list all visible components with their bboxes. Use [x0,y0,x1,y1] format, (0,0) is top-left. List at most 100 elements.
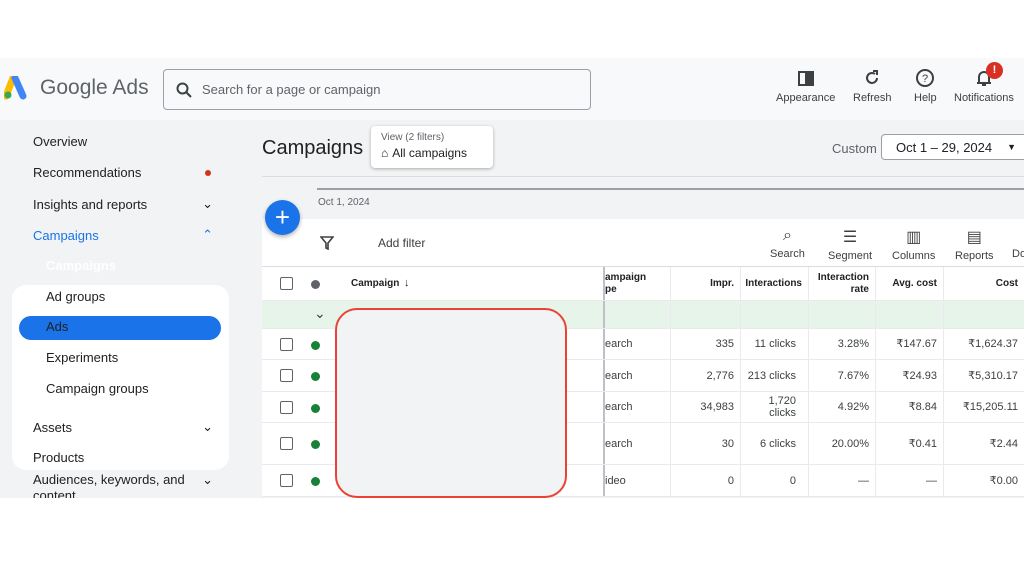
sidebar-item-audiences[interactable]: Audiences, keywords, and content ⌄ [33,472,213,498]
appearance-icon [797,71,814,86]
sidebar-item-insights[interactable]: Insights and reports ⌄ [33,196,213,212]
table-header: Campaign ↓ ampaign pe Impr. Interactions Inte… [262,267,1024,301]
status-dot[interactable] [311,477,320,486]
label: Campaigns [46,258,117,273]
label: Overview [33,134,88,149]
label: Ad groups [46,289,106,304]
search-icon [176,82,192,98]
collapse-chevron-icon[interactable]: ⌄ [314,305,326,322]
row-checkbox[interactable] [280,277,293,290]
type-cell: earch [603,329,670,359]
search-icon: ⌕ [782,227,792,244]
view-selector[interactable]: View (2 filters) ⌂ All campaigns [371,126,493,168]
sidebar-item-campaigns[interactable]: Campaigns ⌃ [33,227,213,243]
label: Search [770,248,805,260]
reports-icon: ▤ [966,229,982,246]
notifications-button[interactable]: Notifications ! [954,62,1014,104]
appearance-button[interactable]: Appearance [776,68,835,104]
interactions-cell: 11 clicks [740,329,802,359]
row-checkbox[interactable] [280,474,293,487]
sidebar-subitem-ads[interactable]: Ads [46,319,226,334]
tool-reports[interactable]: ▤ Reports [955,227,994,262]
sidebar-subitem-experiments[interactable]: Experiments [46,350,226,365]
tool-columns[interactable]: ▥ Columns [892,227,935,262]
sort-arrow-icon[interactable]: ↓ [404,277,410,289]
top-bar: Google Ads Search for a page or campaign… [0,58,1024,120]
status-dot[interactable] [311,340,320,350]
row-checkbox[interactable] [280,369,293,382]
view-label: View (2 filters) [381,132,445,143]
cost-cell: ₹1,624.37 [943,329,1024,359]
rate-cell: 3.28% [808,329,875,359]
row-checkbox[interactable] [280,400,293,414]
impr-cell [670,301,740,328]
tool-download[interactable]: Do [1012,227,1024,260]
cost-cell: ₹5,310.17 [943,360,1024,391]
campaigns-group [12,285,229,470]
avg-cell: Avg. cost [875,267,943,300]
chevron-down-icon: ⌄ [202,472,213,487]
impr-cell: 2,776 [670,360,740,391]
chart-axis [317,188,1024,190]
sidebar-item-overview[interactable]: Overview [33,134,213,149]
rate-cell: 7.67% [808,360,875,391]
tool-search[interactable]: ⌕ Search [770,227,805,260]
avg-cell [875,301,943,328]
label: Recommendations [33,165,142,180]
cost-cell: ₹0.00 [943,465,1024,496]
avg-cell: ₹0.41 [875,423,943,464]
campaign-header[interactable]: Campaign [351,278,399,289]
sidebar-subitem-campaign-groups[interactable]: Campaign groups [46,381,226,396]
label: Campaign groups [46,381,149,396]
sidebar-subitem-ad-groups[interactable]: Ad groups [46,289,226,304]
chart-start-label: Oct 1, 2024 [318,197,370,208]
label: Experiments [46,350,119,365]
label: Assets [33,419,73,435]
label: Reports [955,250,994,262]
label: Products [33,450,85,465]
filter-icon[interactable] [320,236,334,250]
svg-text:?: ? [922,73,928,85]
label: Do [1012,248,1024,260]
help-button[interactable]: ? Help [914,68,937,104]
sidebar-subitem-campaigns[interactable]: Campaigns [46,258,226,273]
impr-cell: 335 [670,329,740,359]
search-placeholder: Search for a page or campaign [202,82,381,97]
refresh-button[interactable]: Refresh [853,68,892,104]
row-checkbox[interactable] [280,337,293,351]
label: Segment [828,250,873,262]
redacted-area [335,308,567,498]
interactions-cell: 0 [740,465,802,496]
status-dot[interactable] [311,403,320,413]
date-range: Oct 1 – 29, 2024 [896,140,993,155]
tool-segment[interactable]: ☰ Segment [828,227,872,262]
date-range-picker[interactable]: Oct 1 – 29, 2024 ▼ [881,134,1024,160]
sidebar-item-products[interactable]: Products [33,450,213,465]
type-cell: ampaign pe [603,267,670,300]
impr-cell: Impr. [670,267,740,300]
label: Notifications [954,92,1014,104]
add-filter-button[interactable]: Add filter [378,236,425,250]
interactions-cell: Interactions [740,267,808,300]
interactions-cell: 213 clicks [740,360,802,391]
avg-cell: — [875,465,943,496]
label: Ads [46,319,69,334]
create-button[interactable]: + [265,200,300,235]
status-dot[interactable] [311,372,320,381]
type-cell: earch [603,392,670,422]
avg-cell: ₹24.93 [875,360,943,391]
sidebar-item-recommendations[interactable]: Recommendations [33,165,213,180]
segment-icon: ☰ [842,229,858,246]
view-value: All campaigns [392,146,467,160]
row-checkbox[interactable] [280,437,293,450]
label: Appearance [776,92,836,104]
sidebar-item-assets[interactable]: Assets ⌄ [33,419,213,435]
refresh-icon [866,70,879,84]
interactions-cell: 6 clicks [740,423,802,464]
search-input[interactable]: Search for a page or campaign [163,69,591,110]
cost-cell: ₹15,205.11 [943,392,1024,422]
notification-badge: ! [986,62,1003,79]
status-dot[interactable] [311,440,320,449]
cost-cell: Cost [943,267,1024,300]
label: Insights and reports [33,196,148,212]
